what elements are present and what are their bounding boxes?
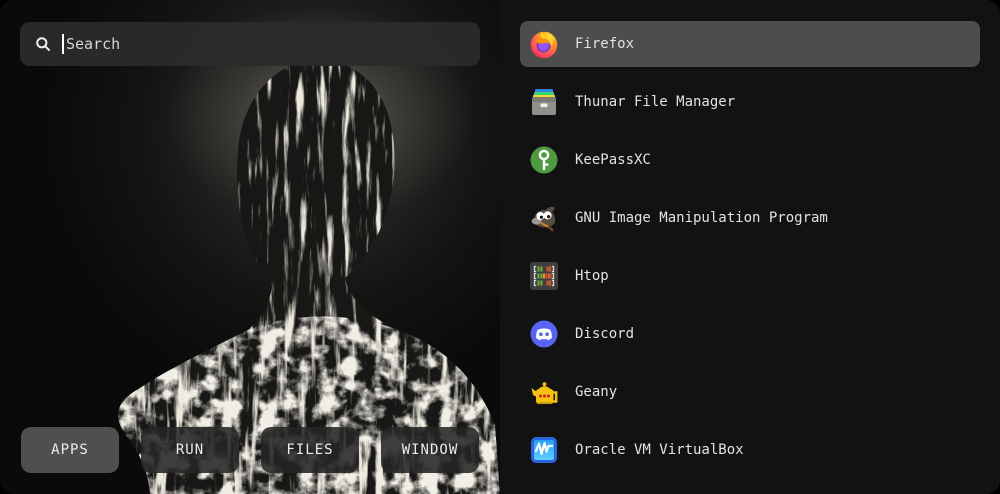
firefox-icon [528,28,560,60]
tab-run[interactable]: RUN [141,427,239,473]
list-item-virtualbox[interactable]: Oracle VM VirtualBox [520,427,980,473]
tab-window[interactable]: WINDOW [381,427,479,473]
discord-icon [528,318,560,350]
search-bar [20,22,480,66]
list-item-gimp[interactable]: GNU Image Manipulation Program [520,195,980,241]
search-input[interactable] [64,35,480,53]
thunar-icon [528,86,560,118]
list-item-firefox[interactable]: Firefox [520,21,980,67]
tab-apps[interactable]: APPS [21,427,119,473]
list-item-htop[interactable]: Htop [520,253,980,299]
app-label: Discord [575,326,634,342]
app-label: Firefox [575,36,634,52]
app-list-pane: Firefox Thunar File Manager [500,0,1000,494]
left-pane: APPS RUN FILES WINDOW [0,0,500,494]
list-item-discord[interactable]: Discord [520,311,980,357]
tab-files[interactable]: FILES [261,427,359,473]
app-label: Htop [575,268,609,284]
mode-tabs: APPS RUN FILES WINDOW [21,427,479,473]
app-label: Thunar File Manager [575,94,735,110]
app-list: Firefox Thunar File Manager [520,21,980,473]
background-art-fiber-bust [0,0,500,494]
app-label: KeePassXC [575,152,651,168]
keepassxc-icon [528,144,560,176]
search-icon [35,36,51,52]
list-item-geany[interactable]: Geany [520,369,980,415]
virtualbox-icon [528,434,560,466]
list-item-thunar[interactable]: Thunar File Manager [520,79,980,125]
app-label: GNU Image Manipulation Program [575,210,828,226]
app-label: Geany [575,384,617,400]
app-launcher-window: APPS RUN FILES WINDOW [0,0,1000,494]
geany-icon [528,376,560,408]
gimp-icon [528,202,560,234]
htop-icon [528,260,560,292]
app-label: Oracle VM VirtualBox [575,442,744,458]
list-item-keepassxc[interactable]: KeePassXC [520,137,980,183]
